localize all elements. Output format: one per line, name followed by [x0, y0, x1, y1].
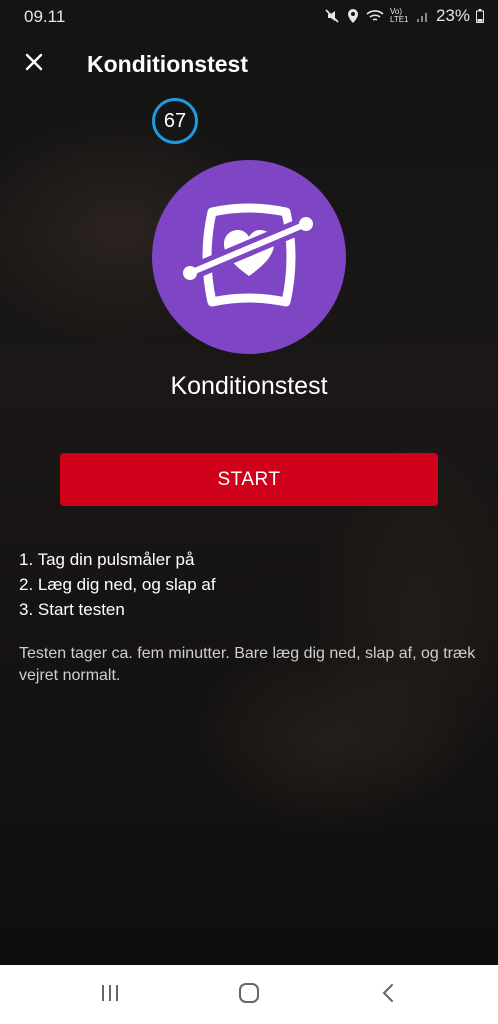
test-name: Konditionstest	[170, 372, 328, 400]
recent-apps-button[interactable]	[90, 979, 130, 1011]
instruction-steps: 1. Tag din pulsmåler på 2. Læg dig ned, …	[19, 547, 216, 622]
header: Konditionstest	[0, 32, 498, 96]
start-button[interactable]: START	[60, 453, 438, 506]
close-button[interactable]	[16, 48, 52, 80]
score-badge: 67	[152, 98, 198, 144]
heart-rate-strap-icon	[182, 203, 314, 307]
page-title: Konditionstest	[87, 51, 248, 77]
signal-icon	[416, 9, 430, 23]
back-icon	[381, 983, 395, 1008]
status-bar: 09.11 Vo) LTE1 23%	[0, 0, 498, 32]
step-item: 2. Læg dig ned, og slap af	[19, 575, 216, 594]
step-item: 3. Start testen	[19, 600, 125, 619]
test-icon-circle	[152, 160, 346, 354]
close-icon	[24, 52, 44, 77]
battery-percent: 23%	[435, 6, 470, 25]
instruction-description: Testen tager ca. fem minutter. Bare læg …	[19, 645, 476, 684]
system-nav-bar	[0, 965, 498, 1024]
step-item: 1. Tag din pulsmåler på	[19, 550, 195, 569]
wifi-icon	[366, 9, 384, 23]
back-button[interactable]	[368, 979, 408, 1011]
location-icon	[346, 8, 360, 24]
network-label: Vo) LTE1	[389, 7, 409, 24]
battery-icon	[476, 9, 484, 23]
home-icon	[238, 982, 260, 1009]
home-button[interactable]	[229, 979, 269, 1011]
status-time: 09.11	[24, 7, 66, 26]
recent-apps-icon	[100, 984, 120, 1007]
mute-icon	[324, 8, 340, 24]
